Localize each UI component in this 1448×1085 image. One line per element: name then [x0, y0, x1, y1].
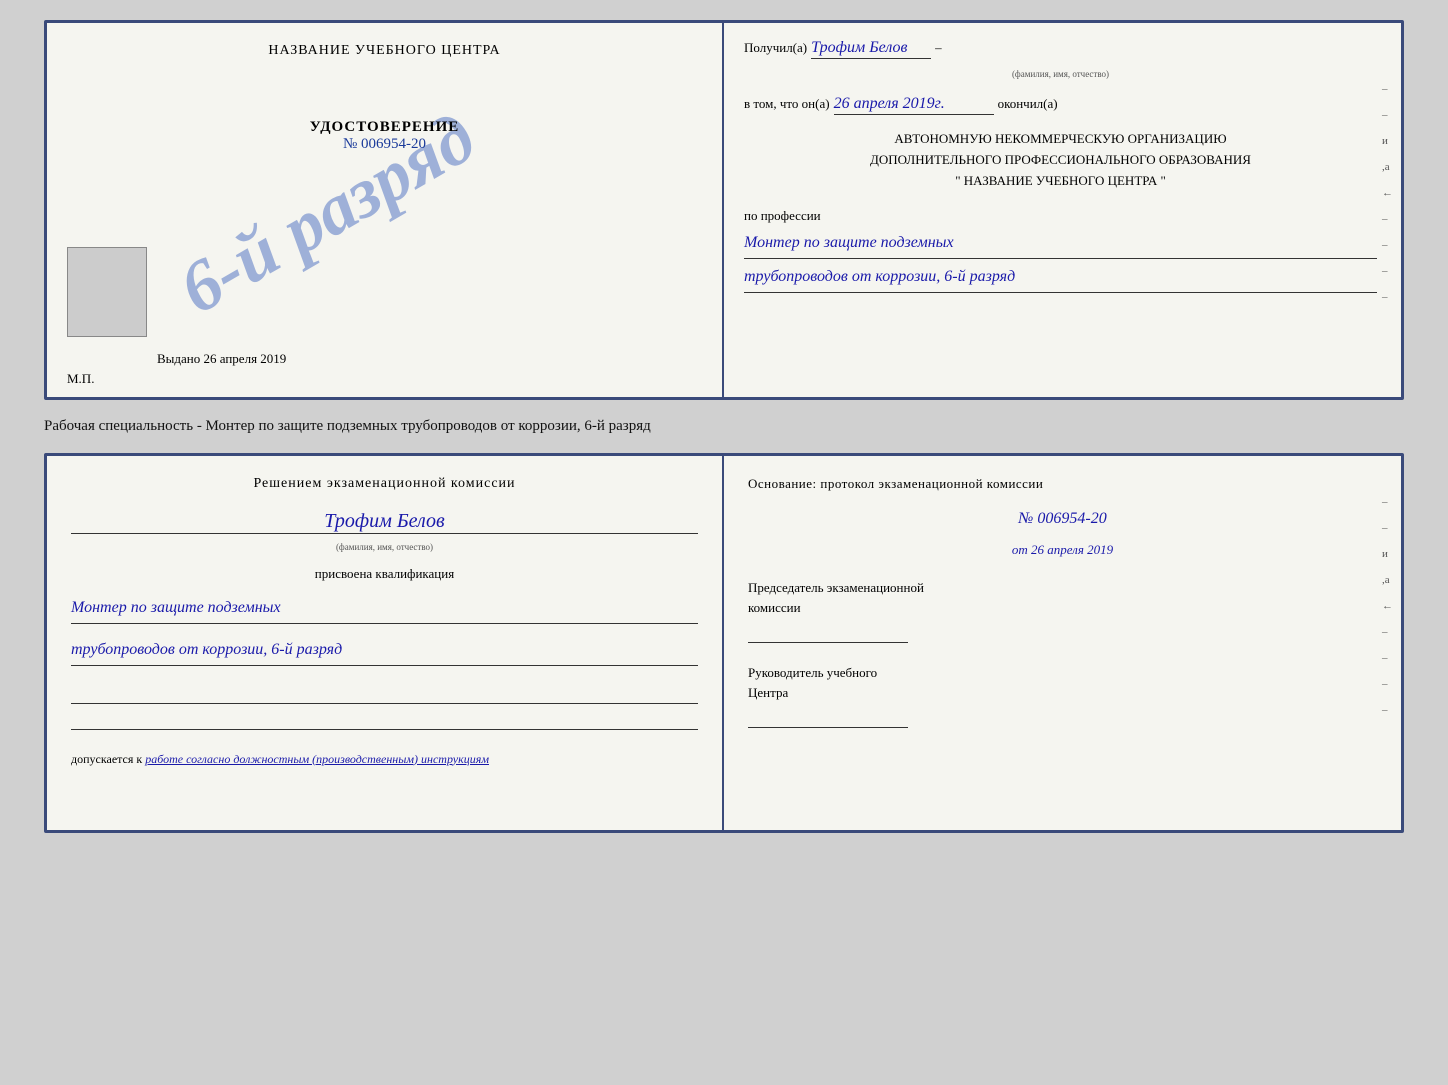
deco-left: ←: [1382, 187, 1393, 199]
issued-label: Выдано: [157, 351, 200, 366]
cert-bottom-right: Основание: протокол экзаменационной коми…: [724, 456, 1401, 830]
udost-number: № 006954-20: [310, 136, 460, 153]
deco-i: и: [1382, 135, 1393, 147]
diagonal-stamp: 6-й разряд: [84, 20, 570, 400]
photo-placeholder: [67, 247, 147, 337]
school-title: НАЗВАНИЕ УЧЕБНОГО ЦЕНТРА: [268, 43, 500, 59]
qual-line2: трубопроводов от коррозии, 6-й разряд: [71, 636, 698, 666]
head-title-line2: Центра: [748, 685, 788, 700]
protocol-date: от 26 апреля 2019: [748, 542, 1377, 558]
blank-line-1: [71, 682, 698, 704]
deco-dash-b2: –: [1382, 522, 1393, 534]
chairman-signature-line: [748, 621, 908, 643]
chairman-title-line2: комиссии: [748, 600, 801, 615]
deco-dash-b4: –: [1382, 652, 1393, 664]
received-label: Получил(а): [744, 40, 807, 56]
cert-bottom-left: Решением экзаменационной комиссии Трофим…: [47, 456, 724, 830]
deco-dash-5: –: [1382, 265, 1393, 277]
deco-dash-b3: –: [1382, 626, 1393, 638]
chairman-block: Председатель экзаменационной комиссии: [748, 578, 1377, 643]
mp-label: М.П.: [67, 371, 94, 387]
deco-dash-b6: –: [1382, 704, 1393, 716]
document-container: НАЗВАНИЕ УЧЕБНОГО ЦЕНТРА 6-й разряд УДОС…: [44, 20, 1404, 833]
deco-a: ,а: [1382, 161, 1393, 173]
deco-dash-6: –: [1382, 291, 1393, 303]
middle-label: Рабочая специальность - Монтер по защите…: [44, 412, 1404, 441]
date-prefix: от: [1012, 542, 1028, 557]
допускается-text-value: работе согласно должностным (производств…: [145, 752, 489, 766]
certificate-bottom: Решением экзаменационной комиссии Трофим…: [44, 453, 1404, 833]
org-line3: " НАЗВАНИЕ УЧЕБНОГО ЦЕНТРА ": [744, 171, 1377, 192]
name-subtext-top: (фамилия, имя, отчество): [744, 69, 1377, 79]
completion-date: 26 апреля 2019г.: [834, 95, 994, 115]
udost-label: УДОСТОВЕРЕНИЕ: [310, 119, 460, 136]
udost-box: УДОСТОВЕРЕНИЕ № 006954-20: [310, 119, 460, 153]
in-that-line: в том, что он(а) 26 апреля 2019г. окончи…: [744, 95, 1377, 115]
допускается-block: допускается к работе согласно должностны…: [71, 752, 698, 767]
right-deco-bottom: – – и ,а ← – – – –: [1382, 496, 1393, 716]
допускается-prefix: допускается к: [71, 752, 142, 766]
deco-dash-3: –: [1382, 213, 1393, 225]
name-subtext-bottom: (фамилия, имя, отчество): [71, 542, 698, 552]
profession-line2: трубопроводов от коррозии, 6-й разряд: [744, 263, 1377, 293]
decision-title: Решением экзаменационной комиссии: [71, 476, 698, 492]
head-title-line1: Руководитель учебного: [748, 665, 877, 680]
deco-i-b: и: [1382, 548, 1393, 560]
chairman-title: Председатель экзаменационной комиссии: [748, 578, 1377, 617]
certificate-top: НАЗВАНИЕ УЧЕБНОГО ЦЕНТРА 6-й разряд УДОС…: [44, 20, 1404, 400]
right-deco: – – и ,а ← – – – –: [1382, 83, 1393, 303]
head-block: Руководитель учебного Центра: [748, 663, 1377, 728]
osnov-title: Основание: протокол экзаменационной коми…: [748, 476, 1377, 492]
org-line2: ДОПОЛНИТЕЛЬНОГО ПРОФЕССИОНАЛЬНОГО ОБРАЗО…: [744, 150, 1377, 171]
received-name: Трофим Белов: [811, 39, 931, 59]
org-block: АВТОНОМНУЮ НЕКОММЕРЧЕСКУЮ ОРГАНИЗАЦИЮ ДО…: [744, 129, 1377, 191]
deco-dash-b5: –: [1382, 678, 1393, 690]
person-name: Трофим Белов: [71, 510, 698, 534]
in-that-label: в том, что он(а): [744, 96, 830, 112]
issued-date-value: 26 апреля 2019: [204, 351, 287, 366]
head-title: Руководитель учебного Центра: [748, 663, 1377, 702]
org-line1: АВТОНОМНУЮ НЕКОММЕРЧЕСКУЮ ОРГАНИЗАЦИЮ: [744, 129, 1377, 150]
finished-label: окончил(а): [998, 96, 1058, 112]
blank-lines: [71, 682, 698, 734]
deco-left-b: ←: [1382, 600, 1393, 612]
deco-dash-4: –: [1382, 239, 1393, 251]
cert-left: НАЗВАНИЕ УЧЕБНОГО ЦЕНТРА 6-й разряд УДОС…: [47, 23, 724, 397]
deco-dash-2: –: [1382, 109, 1393, 121]
profession-label: по профессии: [744, 208, 821, 223]
blank-line-2: [71, 708, 698, 730]
chairman-title-line1: Председатель экзаменационной: [748, 580, 924, 595]
dash1: –: [935, 40, 942, 56]
protocol-number: № 006954-20: [748, 510, 1377, 528]
deco-dash-b1: –: [1382, 496, 1393, 508]
deco-a-b: ,а: [1382, 574, 1393, 586]
cert-right: Получил(а) Трофим Белов – (фамилия, имя,…: [724, 23, 1401, 397]
deco-dash-1: –: [1382, 83, 1393, 95]
issued-date: Выдано 26 апреля 2019: [157, 351, 286, 367]
profession-line1: Монтер по защите подземных: [744, 229, 1377, 259]
head-signature-line: [748, 706, 908, 728]
profession-block: по профессии Монтер по защите подземных …: [744, 207, 1377, 293]
assigned-label: присвоена квалификация: [71, 566, 698, 582]
protocol-date-value: 26 апреля 2019: [1031, 542, 1113, 557]
received-line: Получил(а) Трофим Белов –: [744, 39, 1377, 59]
qual-line1: Монтер по защите подземных: [71, 594, 698, 624]
